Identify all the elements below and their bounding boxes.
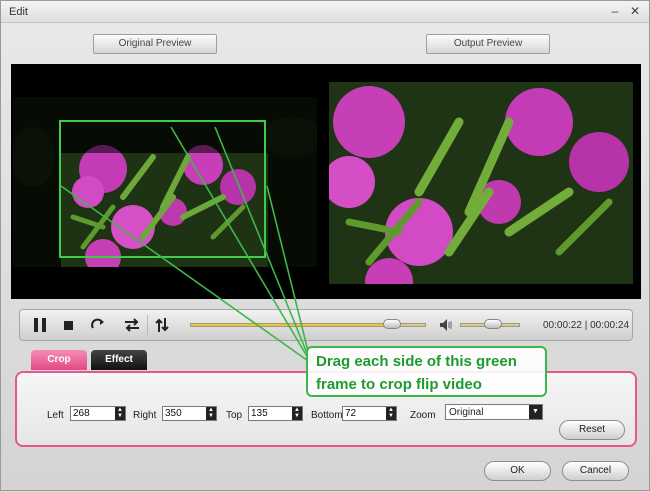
bottom-spinbox[interactable]: 72 ▲ ▼ (342, 406, 397, 421)
window-title: Edit (9, 6, 28, 18)
cancel-button[interactable]: Cancel (562, 461, 629, 481)
tab-crop[interactable]: Crop (31, 350, 87, 370)
title-bar: Edit – ✕ (1, 1, 649, 23)
spin-arrows-icon[interactable]: ▲ ▼ (386, 407, 396, 420)
player-controls: 00:00:22 | 00:00:24 (19, 309, 633, 341)
flip-horizontal-icon[interactable] (124, 317, 140, 333)
pause-icon[interactable] (32, 317, 48, 333)
left-spinbox[interactable]: 268 ▲ ▼ (70, 406, 126, 421)
flip-vertical-icon[interactable] (154, 317, 170, 333)
left-value: 268 (73, 408, 90, 419)
original-preview-button[interactable]: Original Preview (93, 34, 217, 54)
zoom-label: Zoom (410, 410, 436, 421)
zoom-value: Original (449, 407, 484, 418)
annotation-line-1: Drag each side of this green (316, 353, 517, 370)
right-label: Right (133, 410, 157, 421)
top-spinbox[interactable]: 135 ▲ ▼ (248, 406, 303, 421)
progress-thumb[interactable] (383, 319, 402, 329)
right-value: 350 (165, 408, 182, 419)
right-spinbox[interactable]: 350 ▲ ▼ (162, 406, 217, 421)
zoom-select[interactable]: Original ▼ (445, 404, 543, 420)
bottom-label: Bottom (311, 410, 343, 421)
volume-thumb[interactable] (483, 319, 502, 329)
spin-arrows-icon[interactable]: ▲ ▼ (292, 407, 302, 420)
crop-frame[interactable] (59, 120, 266, 258)
top-value: 135 (251, 408, 268, 419)
time-display: 00:00:22 | 00:00:24 (543, 320, 630, 331)
annotation-callout: Drag each side of this green frame to cr… (306, 346, 547, 397)
spin-arrows-icon[interactable]: ▲ ▼ (206, 407, 216, 420)
bottom-value: 72 (345, 408, 357, 419)
volume-slider[interactable] (460, 319, 520, 329)
minimize-icon[interactable]: – (608, 4, 622, 18)
video-stage (11, 64, 641, 299)
chevron-down-icon[interactable]: ▼ (529, 405, 542, 419)
edit-dialog: Edit – ✕ Original Preview Output Preview (0, 0, 650, 491)
left-label: Left (47, 410, 64, 421)
top-label: Top (226, 410, 243, 421)
stop-icon[interactable] (60, 317, 76, 333)
close-icon[interactable]: ✕ (628, 4, 642, 18)
output-preview-button[interactable]: Output Preview (426, 34, 550, 54)
annotation-line-2: frame to crop flip video (316, 376, 482, 393)
progress-slider[interactable] (190, 319, 426, 329)
volume-icon[interactable] (438, 317, 454, 333)
rotate-icon[interactable] (90, 317, 106, 333)
spin-arrows-icon[interactable]: ▲ ▼ (115, 407, 125, 420)
output-video (329, 82, 633, 284)
progress-fill (191, 324, 393, 326)
reset-button[interactable]: Reset (559, 420, 625, 440)
tab-effect[interactable]: Effect (91, 350, 147, 370)
ok-button[interactable]: OK (484, 461, 551, 481)
divider (147, 315, 148, 335)
